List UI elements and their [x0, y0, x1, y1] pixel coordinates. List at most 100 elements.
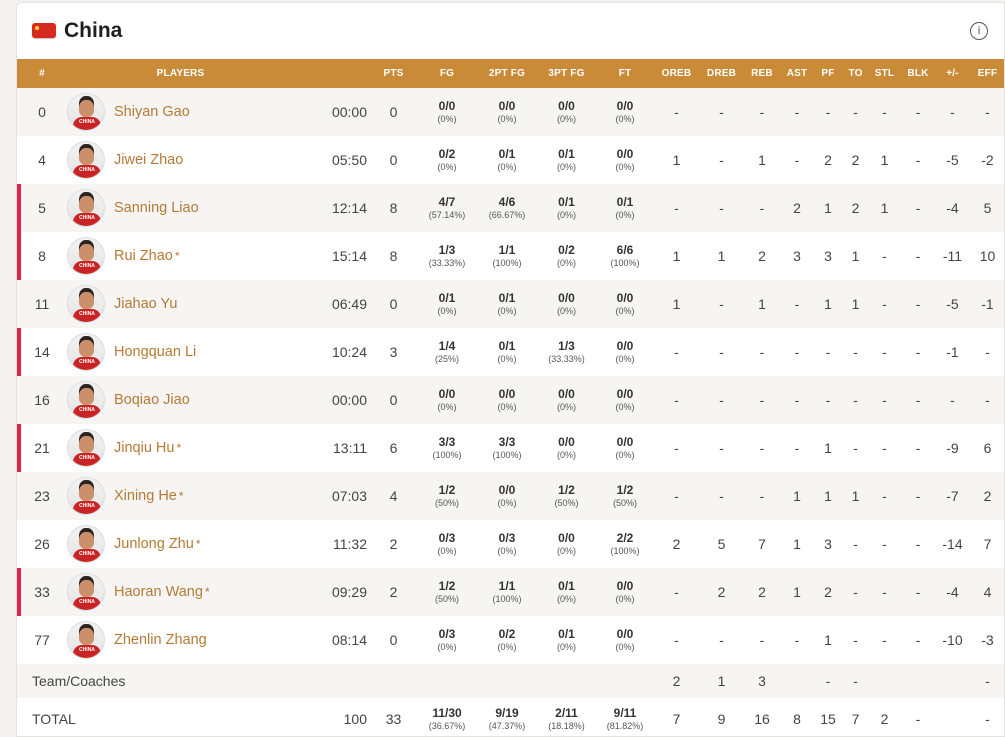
minutes: 11:32 — [333, 536, 367, 552]
points: 0 — [389, 392, 398, 408]
minutes: 100 — [343, 711, 367, 727]
player-avatar[interactable] — [67, 189, 105, 227]
fg-made: 11/30 — [432, 705, 462, 720]
dreb-cell: 5 — [699, 520, 744, 568]
points: 8 — [389, 200, 398, 216]
table-row: 14Hongquan Li10:2431/4(25%)0/1(0%)1/3(33… — [17, 328, 1004, 376]
oreb-value: - — [674, 632, 679, 648]
ast-cell: - — [780, 376, 814, 424]
player-name-link[interactable]: Sanning Liao — [114, 200, 199, 216]
minutes: 12:14 — [331, 200, 367, 216]
oreb-value: 7 — [672, 711, 681, 727]
column-header: PTS — [383, 68, 404, 79]
player-avatar[interactable] — [67, 573, 105, 611]
ast-cell: - — [780, 424, 814, 472]
ft-pct: (0%) — [615, 401, 635, 412]
ast-value: 2 — [793, 200, 801, 216]
ast-value: 3 — [793, 248, 801, 264]
fg2-pct: (0%) — [497, 545, 517, 556]
reb-value: - — [759, 104, 765, 120]
player-avatar[interactable] — [67, 285, 105, 323]
fg3-pct: (0%) — [556, 449, 576, 460]
player-name-link[interactable]: Haoran Wang — [114, 584, 203, 600]
fg3-pct: (18.18%) — [548, 720, 585, 731]
player-avatar[interactable] — [67, 621, 105, 659]
eff-value: -1 — [981, 296, 994, 312]
fg-pct: (0%) — [437, 113, 457, 124]
team-label-cell: Team/Coaches — [17, 664, 654, 698]
fg-made: 0/0 — [438, 386, 456, 401]
fg-pct: (25%) — [434, 353, 459, 364]
ft-made: 2/2 — [616, 530, 634, 545]
player-avatar[interactable] — [67, 429, 105, 467]
jersey-number: 5 — [38, 200, 46, 216]
player-name-link[interactable]: Rui Zhao — [114, 248, 173, 264]
minutes: 06:49 — [331, 296, 367, 312]
player-name-link[interactable]: Hongquan Li — [114, 344, 196, 360]
fg3-cell: 0/1 (0%) — [537, 568, 596, 616]
reb-cell: 2 — [744, 232, 780, 280]
blk-cell — [900, 664, 936, 698]
stl-cell: - — [869, 232, 900, 280]
stl-cell: - — [869, 616, 900, 664]
player-name-link[interactable]: Zhenlin Zhang — [114, 632, 207, 648]
player-cell: Jiahao Yu — [67, 280, 294, 328]
player-name-link[interactable]: Junlong Zhu — [114, 536, 194, 552]
pf-value: 2 — [824, 584, 832, 600]
oreb-cell: 7 — [654, 698, 699, 736]
reb-value: 16 — [754, 711, 770, 727]
info-icon[interactable]: i — [970, 22, 988, 40]
pm-cell: - — [936, 376, 969, 424]
pm-cell: -1 — [936, 328, 969, 376]
player-avatar[interactable] — [67, 525, 105, 563]
oreb-cell: 1 — [654, 280, 699, 328]
player-name-link[interactable]: Xining He — [114, 488, 177, 504]
player-name-link[interactable]: Jiwei Zhao — [114, 152, 183, 168]
player-avatar[interactable] — [67, 141, 105, 179]
ast-cell — [780, 664, 814, 698]
pm-value: -9 — [946, 440, 959, 456]
fg3-made: 0/0 — [558, 434, 575, 449]
fg-cell: 1/3 (33.33%) — [417, 232, 477, 280]
player-avatar[interactable] — [67, 237, 105, 275]
player-avatar[interactable] — [67, 477, 105, 515]
to-value: - — [853, 440, 858, 456]
player-name-link[interactable]: Shiyan Gao — [114, 104, 190, 120]
player-avatar[interactable] — [67, 93, 105, 131]
points-cell: 0 — [370, 376, 417, 424]
fg-cell: 0/3 (0%) — [417, 616, 477, 664]
pf-cell: 1 — [814, 472, 842, 520]
dreb-cell: - — [699, 328, 744, 376]
blk-cell: - — [900, 568, 936, 616]
oreb-value: - — [674, 200, 679, 216]
fg2-pct: (66.67%) — [488, 209, 526, 220]
jersey-cell: 0 — [17, 88, 67, 136]
fg-cell: 4/7 (57.14%) — [417, 184, 477, 232]
player-avatar[interactable] — [67, 333, 105, 371]
jersey-number: 14 — [34, 344, 50, 360]
player-name-link[interactable]: Jiahao Yu — [114, 296, 177, 312]
eff-value: - — [985, 673, 990, 689]
stl-cell: 2 — [869, 698, 900, 736]
oreb-cell: - — [654, 472, 699, 520]
player-avatar[interactable] — [67, 381, 105, 419]
fg-cell: 0/2 (0%) — [417, 136, 477, 184]
fg-made: 0/3 — [438, 626, 456, 641]
player-name-link[interactable]: Jinqiu Hu — [114, 440, 174, 456]
reb-value: 2 — [758, 248, 766, 264]
pm-cell — [936, 698, 969, 736]
ast-cell: 3 — [780, 232, 814, 280]
dreb-cell: 9 — [699, 698, 744, 736]
fg-pct: (0%) — [437, 641, 457, 652]
fg2-cell: 4/6 (66.67%) — [477, 184, 537, 232]
player-name-link[interactable]: Boqiao Jiao — [114, 392, 190, 408]
stl-value: - — [882, 536, 887, 552]
pm-cell — [936, 664, 969, 698]
fg3-pct: (50%) — [554, 497, 579, 508]
team-header: China i — [17, 3, 1004, 59]
fg3-made: 0/1 — [558, 626, 575, 641]
player-cell: Haoran Wang* — [67, 568, 294, 616]
fg-made: 1/2 — [438, 578, 456, 593]
ft-cell: 0/0 (0%) — [596, 328, 654, 376]
dreb-cell: - — [699, 376, 744, 424]
